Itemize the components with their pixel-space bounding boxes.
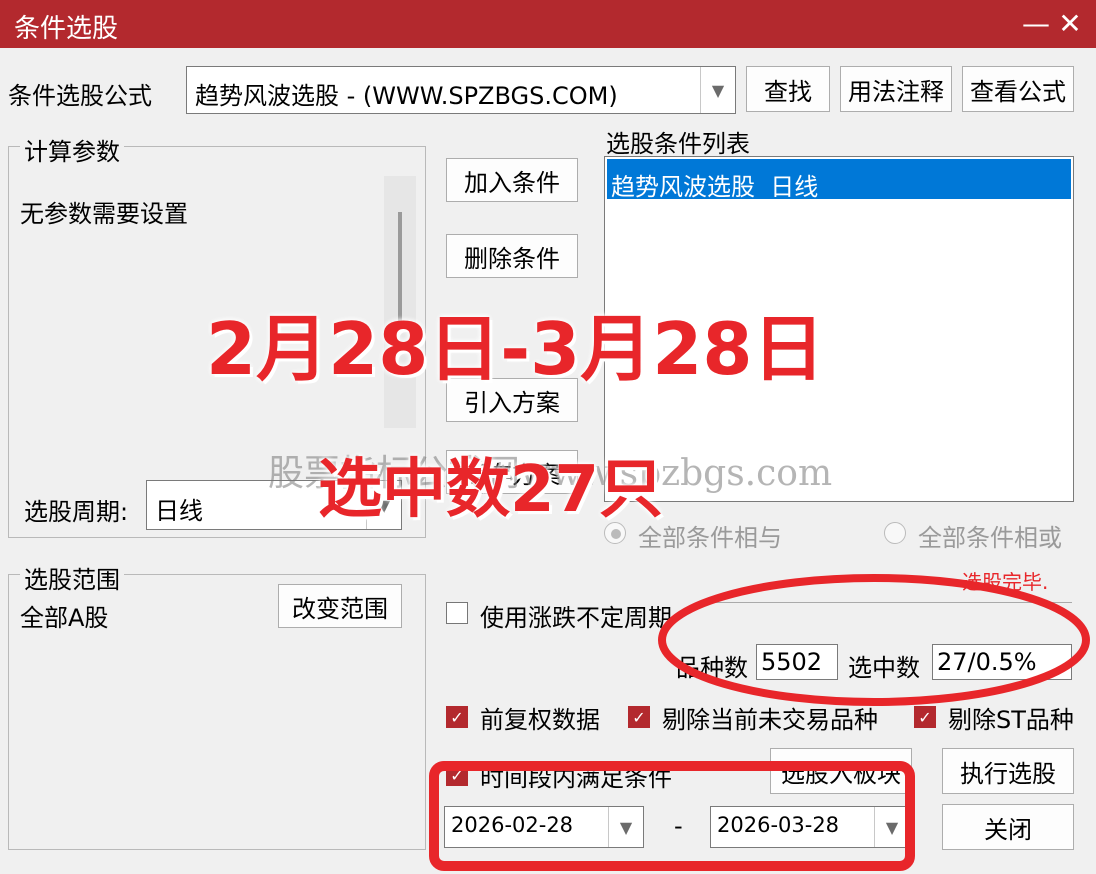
highlight-rect — [429, 761, 915, 871]
annotation-shapes — [429, 574, 1090, 871]
highlight-ellipse — [658, 574, 1090, 706]
